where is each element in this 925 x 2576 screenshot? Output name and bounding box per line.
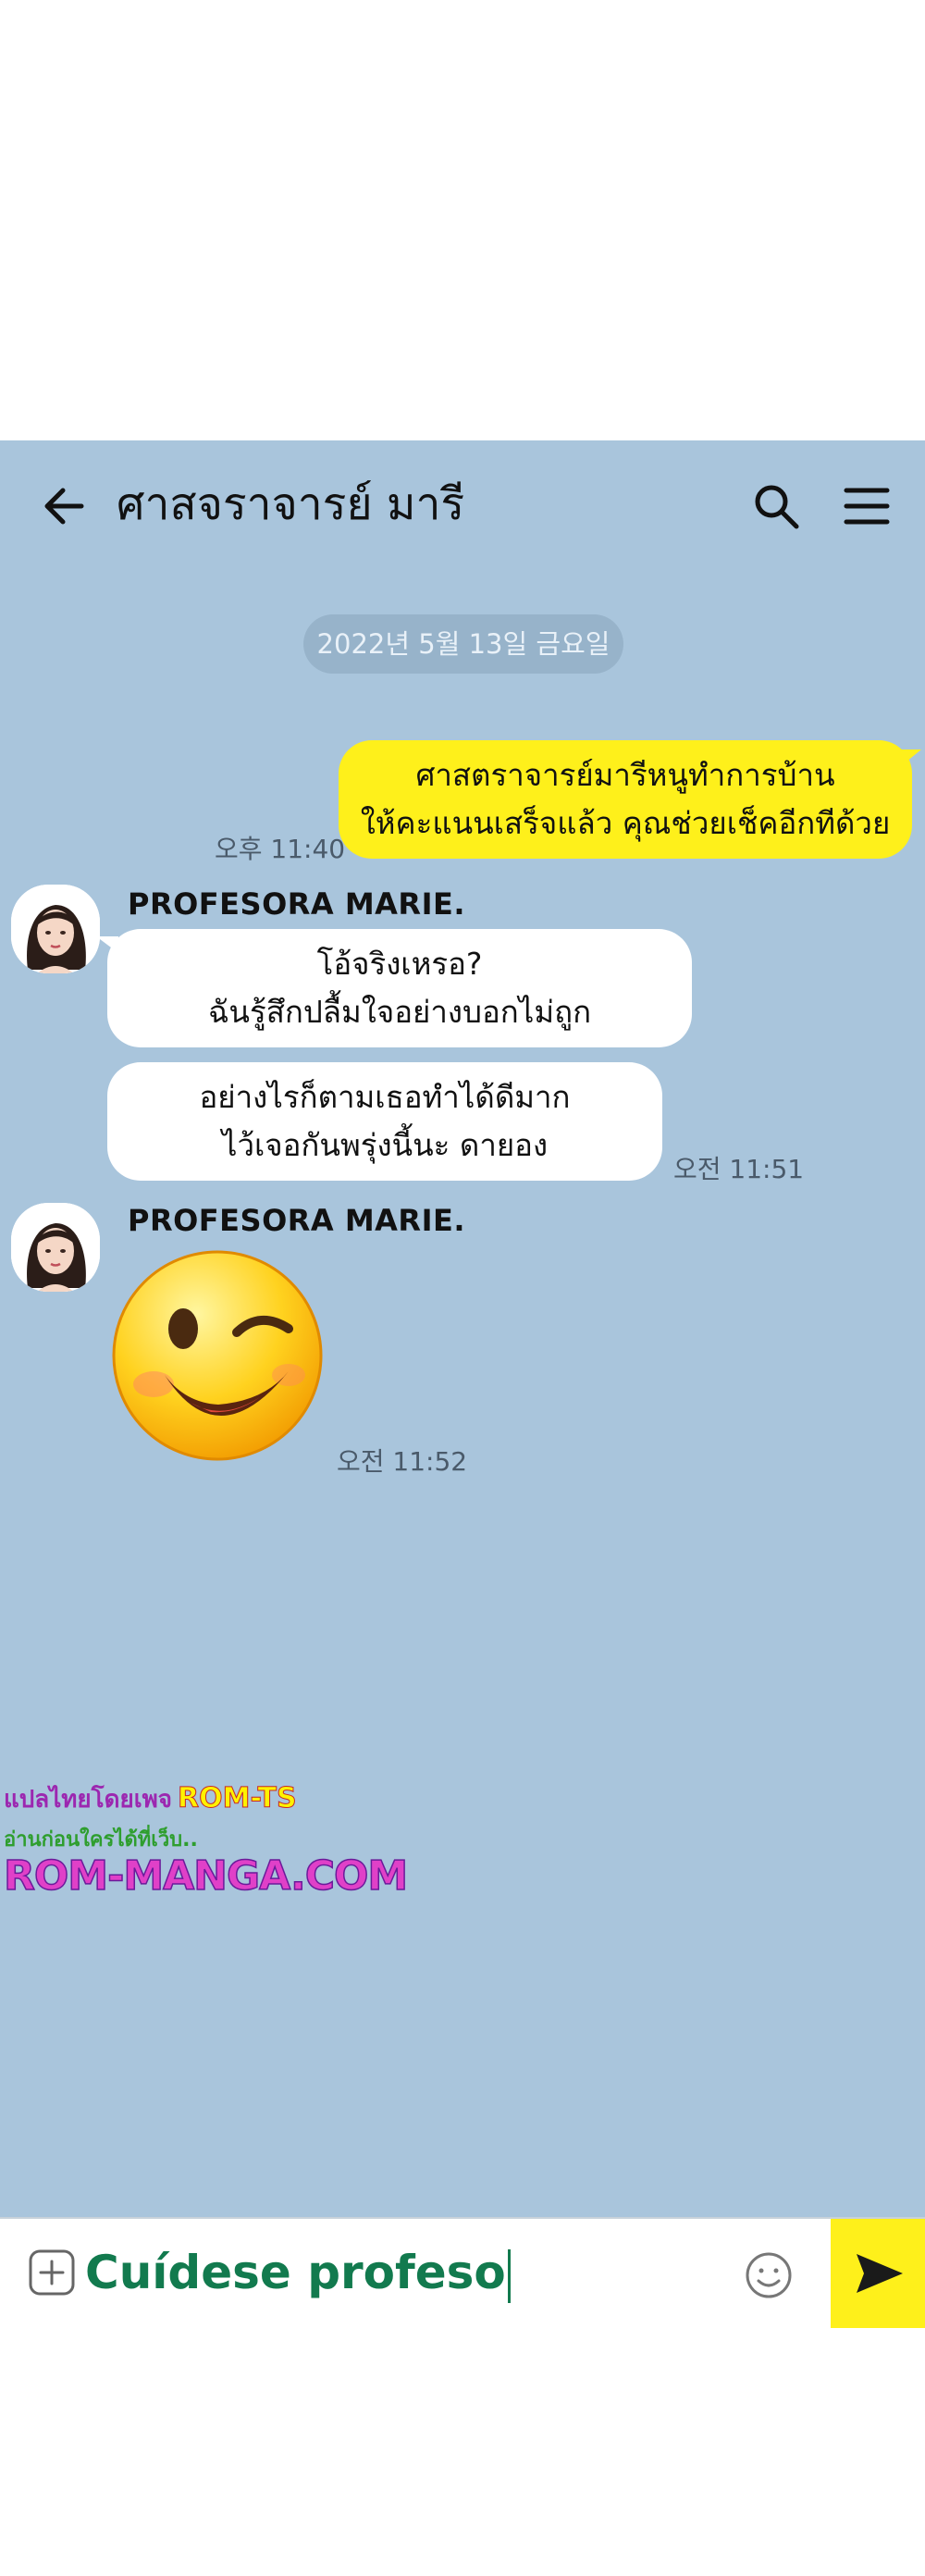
search-icon[interactable] — [751, 481, 801, 531]
message-input[interactable]: Cuídese profeso — [85, 2239, 511, 2306]
translator-watermark: แปลไทยโดยเพจ ROM-TS อ่านก่อนใครได้ที่เว็บ… — [0, 1780, 409, 1938]
sender-name: PROFESORA MARIE. — [128, 886, 465, 922]
avatar[interactable] — [11, 1203, 100, 1292]
message-input-bar: Cuídese profeso — [0, 2217, 925, 2330]
text-caret — [507, 2248, 511, 2303]
message-line: ศาสตราจารย์มารีหนูทำการบ้าน — [415, 757, 835, 793]
date-divider: 2022년 5월 13일 금요일 — [303, 614, 623, 674]
hamburger-menu-icon[interactable] — [844, 485, 890, 527]
message-time: 오전 11:52 — [337, 1446, 468, 1477]
message-line: ให้คะแนนเสร็จแล้ว คุณช่วยเช็คอีกทีด้วย — [360, 805, 891, 841]
message-line: ไว้เจอกันพรุ่งนี้นะ ดายอง — [221, 1127, 549, 1163]
plus-square-icon[interactable] — [28, 2248, 76, 2297]
avatar[interactable] — [11, 885, 100, 973]
sender-name: PROFESORA MARIE. — [128, 1203, 465, 1238]
woman-portrait-icon — [11, 885, 100, 973]
watermark-site: ROM-MANGA.COM — [3, 1852, 409, 1901]
incoming-message-bubble[interactable]: โอ้จริงเหรอ? ฉันรู้สึกปลื้มใจอย่างบอกไม่… — [96, 929, 692, 1047]
message-line: ฉันรู้สึกปลื้มใจอย่างบอกไม่ถูก — [207, 994, 592, 1030]
send-arrow-icon — [857, 2254, 903, 2293]
chat-header: ศาสจราจารย์ มารี — [0, 440, 925, 570]
woman-portrait-icon — [11, 1203, 100, 1292]
watermark-tagline: อ่านก่อนใครได้ที่เว็บ.. — [4, 1828, 198, 1852]
message-time: 오전 11:51 — [673, 1154, 805, 1184]
arrow-left-icon[interactable] — [41, 483, 87, 529]
send-button[interactable] — [831, 2219, 925, 2328]
smiley-icon[interactable] — [744, 2250, 794, 2300]
message-line: โอ้จริงเหรอ? — [316, 946, 483, 982]
message-time: 오후 11:40 — [215, 834, 346, 864]
message-line: อย่างไรก็ตามเธอทำได้ดีมาก — [199, 1079, 571, 1115]
winking-face-emoji[interactable] — [107, 1245, 327, 1466]
watermark-prefix: แปลไทยโดยเพจ — [4, 1786, 172, 1814]
message-input-value: Cuídese profeso — [85, 2246, 506, 2299]
chat-title: ศาสจราจารย์ มารี — [117, 478, 465, 530]
incoming-message-bubble[interactable]: อย่างไรก็ตามเธอทำได้ดีมาก ไว้เจอกันพรุ่ง… — [107, 1062, 662, 1181]
watermark-brand: ROM-TS — [178, 1782, 298, 1815]
outgoing-message-bubble[interactable]: ศาสตราจารย์มารีหนูทำการบ้าน ให้คะแนนเสร็… — [339, 740, 921, 859]
chat-screen: ศาสจราจารย์ มารี 2022년 5월 13일 금요일 오후 11:… — [0, 440, 925, 2217]
